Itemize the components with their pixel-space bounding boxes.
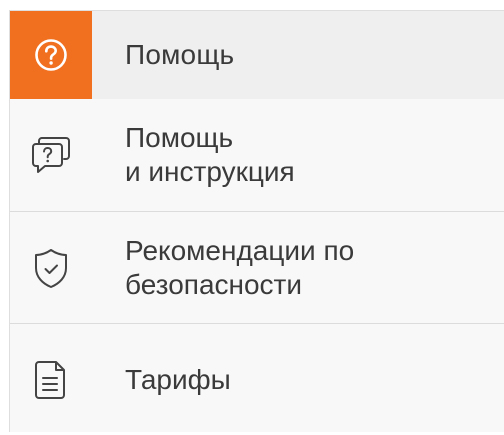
shield-check-icon-wrap [10, 246, 92, 290]
menu-item-label: Помощь и инструкция [125, 122, 295, 187]
help-menu-header[interactable]: Помощь [10, 11, 504, 99]
help-circle-icon [35, 39, 67, 71]
menu-item-tariffs[interactable]: Тарифы [10, 323, 504, 435]
document-icon [35, 360, 65, 399]
help-menu: Помощь Помощь и инструкция Рекомендации … [9, 10, 504, 432]
menu-item-label: Тарифы [125, 363, 231, 395]
help-header-title: Помощь [125, 39, 235, 70]
menu-item-security-recommendations[interactable]: Рекомендации по безопасности [10, 211, 504, 323]
menu-item-help-instructions[interactable]: Помощь и инструкция [10, 99, 504, 211]
help-header-icon-box [10, 11, 92, 99]
shield-check-icon [35, 248, 67, 288]
menu-item-label: Рекомендации по безопасности [125, 234, 355, 300]
help-chat-icon-wrap [10, 132, 92, 178]
help-chat-icon [32, 137, 70, 173]
document-icon-wrap [10, 357, 92, 403]
